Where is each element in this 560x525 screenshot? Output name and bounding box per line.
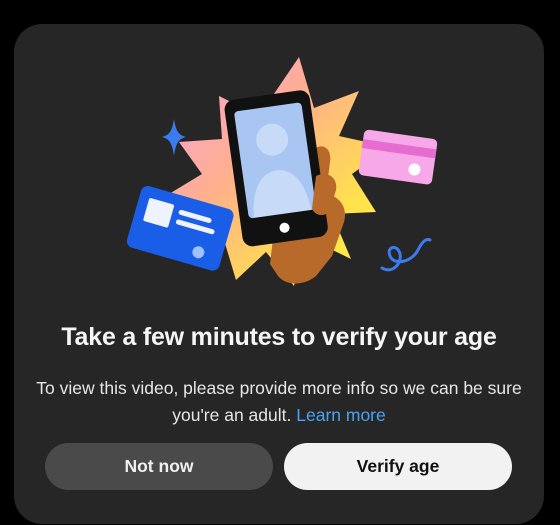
not-now-button-label: Not now <box>124 456 194 476</box>
learn-more-link[interactable]: Learn more <box>296 405 386 425</box>
dialog-description: To view this video, please provide more … <box>34 375 524 429</box>
description-text: To view this video, please provide more … <box>36 378 522 425</box>
verify-age-button[interactable]: Verify age <box>284 443 512 490</box>
age-verification-illustration <box>126 57 438 286</box>
dialog-title: Take a few minutes to verify your age <box>61 323 497 351</box>
squiggle-icon <box>380 238 432 272</box>
verify-age-button-label: Verify age <box>356 456 440 476</box>
sparkle-icon <box>162 119 186 156</box>
not-now-button[interactable]: Not now <box>45 443 273 490</box>
age-verification-dialog: Take a few minutes to verify your age To… <box>14 24 544 524</box>
credit-card-icon <box>358 129 438 185</box>
